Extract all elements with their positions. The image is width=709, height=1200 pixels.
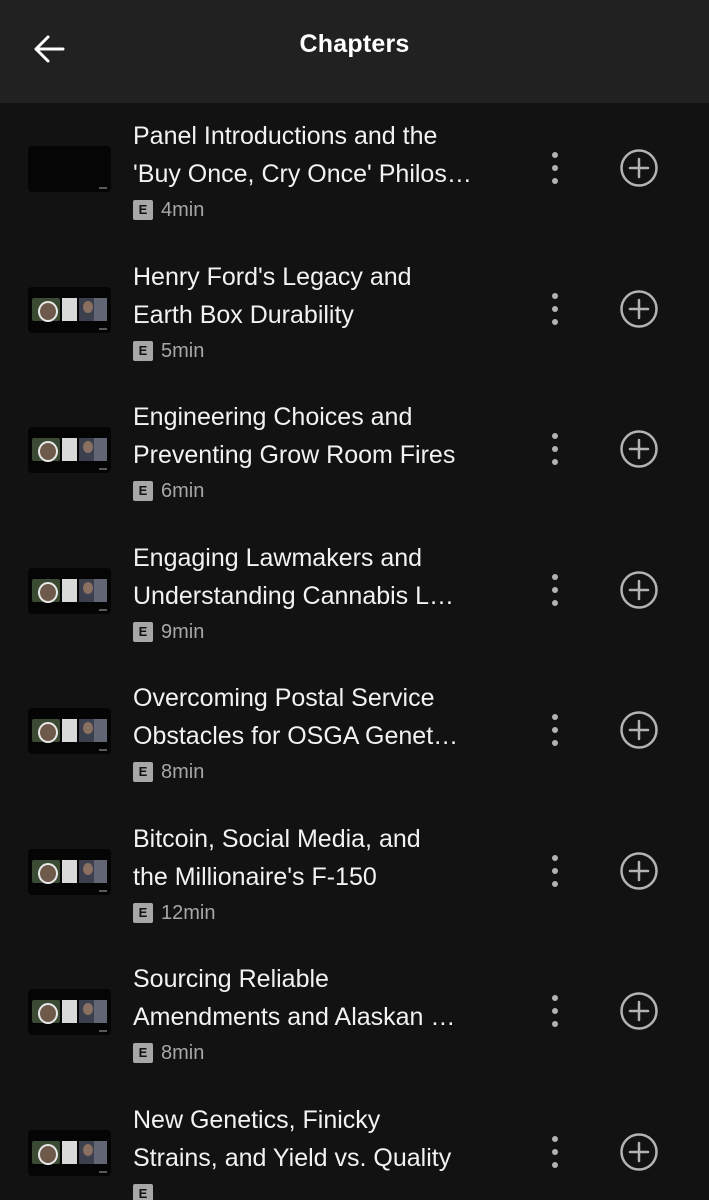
chapter-duration: 5min [161,339,205,362]
add-to-queue-button[interactable] [616,707,662,753]
plus-circle-icon [620,992,658,1030]
add-to-queue-button[interactable] [616,426,662,472]
chapter-row[interactable]: Henry Ford's Legacy and Earth Box Durabil… [0,258,709,398]
header-bar: Chapters [0,0,709,103]
more-options-button[interactable] [536,707,574,753]
chapter-title-line2: Obstacles for OSGA Genet… [133,722,459,750]
chapter-meta: E 4min [133,199,204,221]
chapter-row[interactable]: Sourcing Reliable Amendments and Alaskan … [0,960,709,1100]
more-vertical-icon [552,433,558,465]
more-options-button[interactable] [536,988,574,1034]
chapter-row[interactable]: New Genetics, Finicky Strains, and Yield … [0,1101,709,1200]
chapter-row[interactable]: Panel Introductions and the 'Buy Once, Cr… [0,117,709,257]
more-vertical-icon [552,995,558,1027]
chapter-duration: 6min [161,479,205,502]
chapter-thumbnail [28,1130,111,1176]
add-to-queue-button[interactable] [616,567,662,613]
more-options-button[interactable] [536,286,574,332]
chapter-row[interactable]: Engaging Lawmakers and Understanding Cann… [0,539,709,679]
explicit-badge: E [133,622,153,642]
chapter-meta: E 8min [133,1042,204,1064]
explicit-badge: E [133,1043,153,1063]
more-options-button[interactable] [536,567,574,613]
chapter-title-line2: Preventing Grow Room Fires [133,441,456,469]
chapter-thumbnail [28,989,111,1035]
more-vertical-icon [552,293,558,325]
chapter-row[interactable]: Bitcoin, Social Media, and the Millionair… [0,820,709,960]
more-vertical-icon [552,855,558,887]
plus-circle-icon [620,430,658,468]
explicit-badge: E [133,1184,153,1200]
add-to-queue-button[interactable] [616,1129,662,1175]
chapter-meta: E 6min [133,480,204,502]
chapter-thumbnail [28,708,111,754]
plus-circle-icon [620,149,658,187]
chapter-list: Panel Introductions and the 'Buy Once, Cr… [0,103,709,1200]
chapter-thumbnail [28,427,111,473]
more-vertical-icon [552,1136,558,1168]
chapter-title-line1: New Genetics, Finicky [133,1106,381,1134]
add-to-queue-button[interactable] [616,988,662,1034]
plus-circle-icon [620,711,658,749]
chapter-thumbnail [28,146,111,192]
explicit-badge: E [133,903,153,923]
chapter-thumbnail [28,849,111,895]
chapter-thumbnail [28,568,111,614]
chapter-row[interactable]: Overcoming Postal Service Obstacles for O… [0,679,709,819]
chapter-row[interactable]: Engineering Choices and Preventing Grow R… [0,398,709,538]
chapter-title-line1: Engineering Choices and [133,403,413,431]
chapter-title-line2: Understanding Cannabis L… [133,582,455,610]
chapter-meta: E 12min [133,902,215,924]
chapter-meta: E [133,1183,161,1200]
chapter-meta: E 5min [133,340,204,362]
more-options-button[interactable] [536,848,574,894]
add-to-queue-button[interactable] [616,848,662,894]
explicit-badge: E [133,481,153,501]
chapter-title-line2: 'Buy Once, Cry Once' Philos… [133,160,472,188]
more-vertical-icon [552,574,558,606]
chapter-duration: 8min [161,1041,205,1064]
chapter-duration: 4min [161,198,205,221]
chapter-title-line1: Panel Introductions and the [133,122,438,150]
add-to-queue-button[interactable] [616,145,662,191]
chapter-title-line1: Henry Ford's Legacy and [133,263,412,291]
more-options-button[interactable] [536,1129,574,1175]
chapter-title-line2: Amendments and Alaskan … [133,1003,456,1031]
chapter-title-line1: Engaging Lawmakers and [133,544,423,572]
chapter-title-line1: Overcoming Postal Service [133,684,435,712]
plus-circle-icon [620,1133,658,1171]
explicit-badge: E [133,762,153,782]
chapter-meta: E 8min [133,761,204,783]
more-vertical-icon [552,152,558,184]
chapter-title-line2: Strains, and Yield vs. Quality [133,1144,452,1172]
explicit-badge: E [133,341,153,361]
plus-circle-icon [620,290,658,328]
explicit-badge: E [133,200,153,220]
chapter-duration: 9min [161,620,205,643]
more-vertical-icon [552,714,558,746]
more-options-button[interactable] [536,145,574,191]
chapter-title-line1: Bitcoin, Social Media, and [133,825,421,853]
chapter-duration: 8min [161,760,205,783]
chapter-title-line1: Sourcing Reliable [133,965,329,993]
chapter-meta: E 9min [133,621,204,643]
plus-circle-icon [620,571,658,609]
more-options-button[interactable] [536,426,574,472]
chapter-title-line2: the Millionaire's F-150 [133,863,377,891]
plus-circle-icon [620,852,658,890]
chapter-duration: 12min [161,901,216,924]
chapter-title-line2: Earth Box Durability [133,301,354,329]
add-to-queue-button[interactable] [616,286,662,332]
page-title: Chapters [299,30,410,58]
chapter-thumbnail [28,287,111,333]
